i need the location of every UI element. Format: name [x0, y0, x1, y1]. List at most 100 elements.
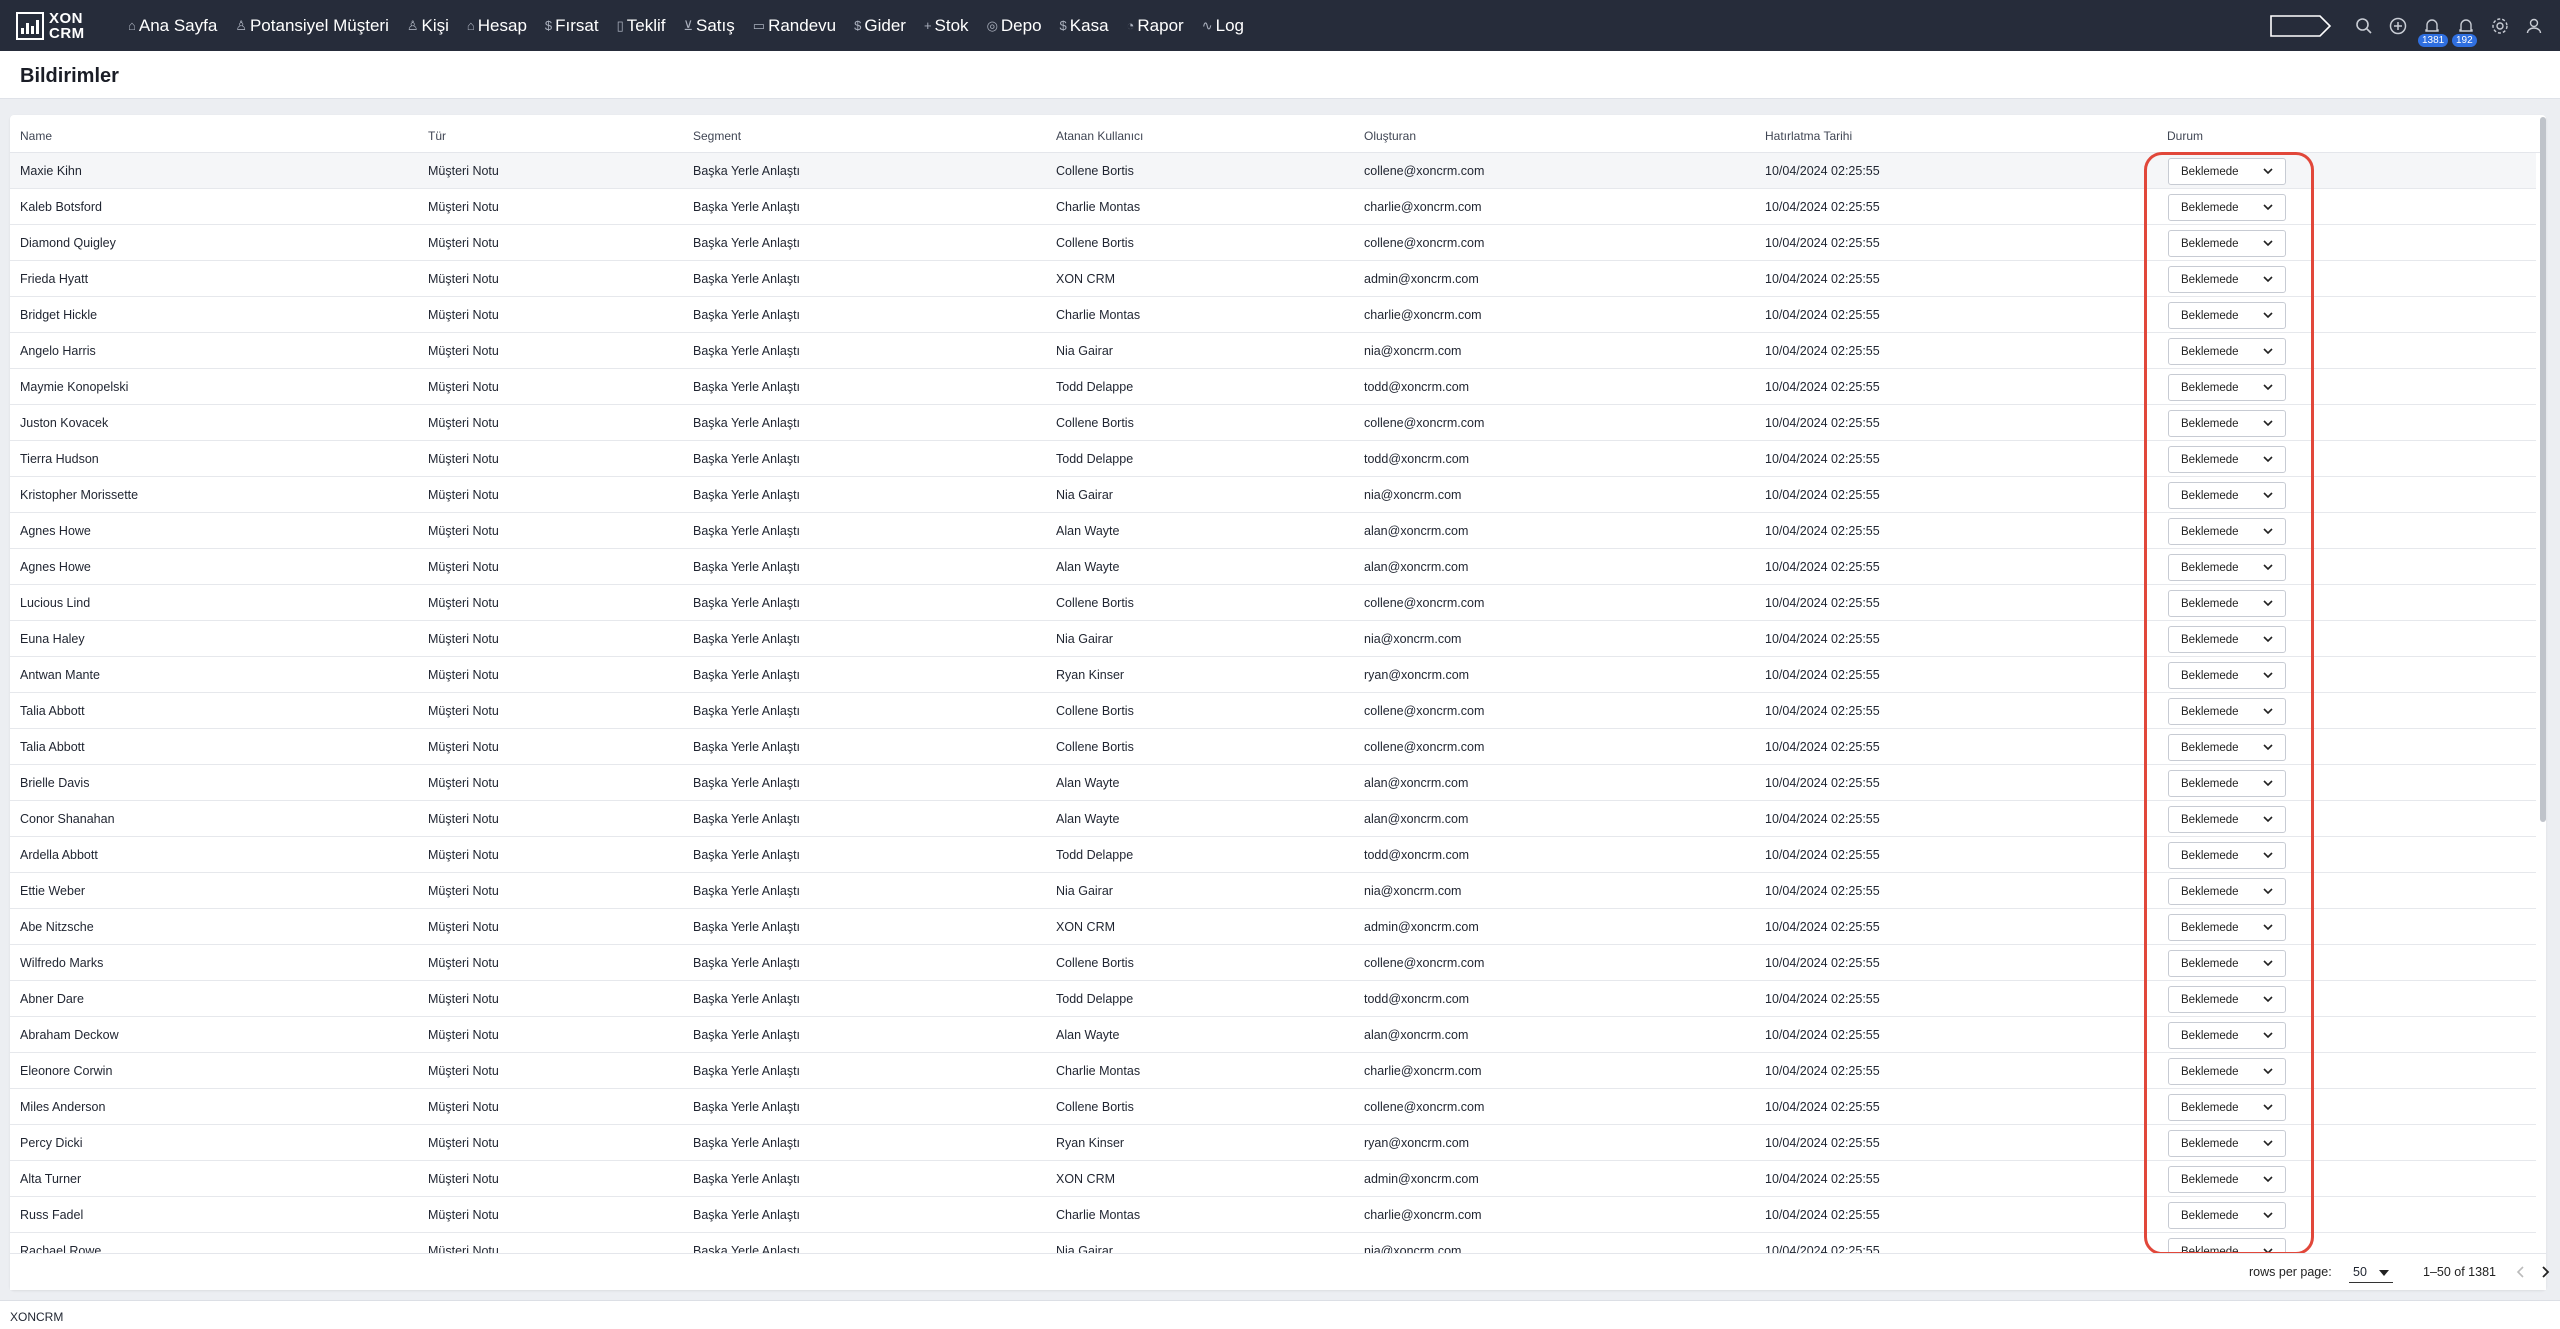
label-tag-icon[interactable] — [2270, 14, 2332, 37]
table-row[interactable]: Russ Fadel Müşteri Notu Başka Yerle Anlaşt… — [10, 1197, 2536, 1233]
app-logo[interactable]: XON CRM — [16, 11, 108, 41]
search-icon[interactable] — [2354, 16, 2374, 36]
status-select[interactable]: Beklemede — [2168, 194, 2286, 221]
table-row[interactable]: Abraham Deckow Müşteri Notu Başka Yerle An… — [10, 1017, 2536, 1053]
column-header-name[interactable]: Name — [20, 129, 52, 143]
table-row[interactable]: Agnes Howe Müşteri Notu Başka Yerle Anlaşt… — [10, 513, 2536, 549]
status-select[interactable]: Beklemede — [2168, 950, 2286, 977]
table-row[interactable]: Maxie Kihn Müşteri Notu Başka Yerle Anlaşt… — [10, 153, 2536, 189]
status-select[interactable]: Beklemede — [2168, 878, 2286, 905]
nav-item-satış[interactable]: ⊻ Satış — [684, 16, 735, 36]
nav-item-randevu[interactable]: ▭ Randevu — [753, 16, 836, 36]
status-select[interactable]: Beklemede — [2168, 1130, 2286, 1157]
bell-icon[interactable]: 1381 — [2418, 16, 2449, 47]
status-select[interactable]: Beklemede — [2168, 446, 2286, 473]
status-select[interactable]: Beklemede — [2168, 1202, 2286, 1229]
vertical-scrollbar[interactable] — [2540, 117, 2546, 822]
status-select[interactable]: Beklemede — [2168, 482, 2286, 509]
table-row[interactable]: Brielle Davis Müşteri Notu Başka Yerle Anl… — [10, 765, 2536, 801]
column-header-created-by[interactable]: Oluşturan — [1364, 129, 1416, 143]
table-row[interactable]: Talia Abbott Müşteri Notu Başka Yerle Anla… — [10, 729, 2536, 765]
table-row[interactable]: Lucious Lind Müşteri Notu Başka Yerle Anla… — [10, 585, 2536, 621]
status-select[interactable]: Beklemede — [2168, 986, 2286, 1013]
status-select[interactable]: Beklemede — [2168, 770, 2286, 797]
status-select[interactable]: Beklemede — [2168, 806, 2286, 833]
table-row[interactable]: Talia Abbott Müşteri Notu Başka Yerle Anla… — [10, 693, 2536, 729]
table-row[interactable]: Maymie Konopelski Müşteri Notu Başka Yerle… — [10, 369, 2536, 405]
status-select[interactable]: Beklemede — [2168, 590, 2286, 617]
nav-item-rapor[interactable]: ◔ Rapor — [1127, 16, 1184, 36]
table-row[interactable]: Ettie Weber Müşteri Notu Başka Yerle Anlaş… — [10, 873, 2536, 909]
nav-item-gider[interactable]: $ Gider — [854, 16, 906, 36]
column-header-segment[interactable]: Segment — [693, 129, 741, 143]
nav-item-potansiyel-müşteri[interactable]: ♙ Potansiyel Müşteri — [235, 16, 389, 36]
status-select[interactable]: Beklemede — [2168, 734, 2286, 761]
status-select[interactable]: Beklemede — [2168, 698, 2286, 725]
footer-brand: XONCRM — [10, 1310, 64, 1324]
status-select[interactable]: Beklemede — [2168, 662, 2286, 689]
table-row[interactable]: Frieda Hyatt Müşteri Notu Başka Yerle Anla… — [10, 261, 2536, 297]
status-select[interactable]: Beklemede — [2168, 518, 2286, 545]
column-header-status[interactable]: Durum — [2167, 129, 2203, 143]
column-header-type[interactable]: Tür — [428, 129, 446, 143]
nav-item-fırsat[interactable]: $ Fırsat — [545, 16, 599, 36]
status-select[interactable]: Beklemede — [2168, 410, 2286, 437]
cell-reminder-date: 10/04/2024 02:25:55 — [1765, 812, 1880, 826]
table-row[interactable]: Rachael Rowe Müşteri Notu Başka Yerle Anla… — [10, 1233, 2536, 1253]
table-row[interactable]: Percy Dicki Müşteri Notu Başka Yerle Anlaş… — [10, 1125, 2536, 1161]
column-header-assigned-user[interactable]: Atanan Kullanıcı — [1056, 129, 1143, 143]
table-row[interactable]: Diamond Quigley Müşteri Notu Başka Yerle A… — [10, 225, 2536, 261]
status-select[interactable]: Beklemede — [2168, 230, 2286, 257]
table-row[interactable]: Juston Kovacek Müşteri Notu Başka Yerle An… — [10, 405, 2536, 441]
user-profile-icon[interactable] — [2524, 16, 2544, 36]
table-row[interactable]: Euna Haley Müşteri Notu Başka Yerle Anlaşt… — [10, 621, 2536, 657]
caret-down-icon — [2379, 1270, 2389, 1276]
nav-item-kasa[interactable]: $ Kasa — [1060, 16, 1109, 36]
status-select[interactable]: Beklemede — [2168, 1022, 2286, 1049]
bell-icon[interactable]: 192 — [2452, 16, 2477, 47]
status-select[interactable]: Beklemede — [2168, 554, 2286, 581]
status-select[interactable]: Beklemede — [2168, 374, 2286, 401]
table-row[interactable]: Kristopher Morissette Müşteri Notu Başka Y… — [10, 477, 2536, 513]
nav-item-depo[interactable]: ◎ Depo — [987, 16, 1042, 36]
nav-item-ana-sayfa[interactable]: ⌂ Ana Sayfa — [128, 16, 217, 36]
table-row[interactable]: Angelo Harris Müşteri Notu Başka Yerle Anl… — [10, 333, 2536, 369]
table-row[interactable]: Bridget Hickle Müşteri Notu Başka Yerle An… — [10, 297, 2536, 333]
table-row[interactable]: Wilfredo Marks Müşteri Notu Başka Yerle An… — [10, 945, 2536, 981]
table-row[interactable]: Antwan Mante Müşteri Notu Başka Yerle Anla… — [10, 657, 2536, 693]
column-header-reminder-date[interactable]: Hatırlatma Tarihi — [1765, 129, 1852, 143]
rows-per-page-select[interactable]: 50 — [2349, 1261, 2393, 1283]
table-row[interactable]: Abner Dare Müşteri Notu Başka Yerle Anlaşt… — [10, 981, 2536, 1017]
status-select[interactable]: Beklemede — [2168, 338, 2286, 365]
add-circle-icon[interactable] — [2388, 16, 2408, 36]
status-select[interactable]: Beklemede — [2168, 1166, 2286, 1193]
table-row[interactable]: Abe Nitzsche Müşteri Notu Başka Yerle Anla… — [10, 909, 2536, 945]
nav-item-teklif[interactable]: ▯ Teklif — [617, 16, 666, 36]
nav-item-kişi[interactable]: ♙ Kişi — [407, 16, 449, 36]
status-select[interactable]: Beklemede — [2168, 302, 2286, 329]
gear-icon[interactable] — [2490, 16, 2510, 36]
nav-item-stok[interactable]: + Stok — [924, 16, 969, 36]
table-row[interactable]: Kaleb Botsford Müşteri Notu Başka Yerle An… — [10, 189, 2536, 225]
status-select[interactable]: Beklemede — [2168, 914, 2286, 941]
table-row[interactable]: Conor Shanahan Müşteri Notu Başka Yerle An… — [10, 801, 2536, 837]
nav-item-hesap[interactable]: ⌂ Hesap — [467, 16, 527, 36]
cell-created-by: admin@xoncrm.com — [1364, 920, 1479, 934]
status-select[interactable]: Beklemede — [2168, 1058, 2286, 1085]
next-page-button[interactable] — [2534, 1261, 2556, 1283]
table-row[interactable]: Miles Anderson Müşteri Notu Başka Yerle An… — [10, 1089, 2536, 1125]
table-row[interactable]: Agnes Howe Müşteri Notu Başka Yerle Anlaşt… — [10, 549, 2536, 585]
cell-reminder-date: 10/04/2024 02:25:55 — [1765, 416, 1880, 430]
status-select[interactable]: Beklemede — [2168, 266, 2286, 293]
table-row[interactable]: Eleonore Corwin Müşteri Notu Başka Yerle A… — [10, 1053, 2536, 1089]
status-select[interactable]: Beklemede — [2168, 626, 2286, 653]
table-row[interactable]: Alta Turner Müşteri Notu Başka Yerle Anlaş… — [10, 1161, 2536, 1197]
status-select[interactable]: Beklemede — [2168, 1238, 2286, 1253]
table-row[interactable]: Ardella Abbott Müşteri Notu Başka Yerle An… — [10, 837, 2536, 873]
status-select[interactable]: Beklemede — [2168, 1094, 2286, 1121]
status-select[interactable]: Beklemede — [2168, 158, 2286, 185]
status-select[interactable]: Beklemede — [2168, 842, 2286, 869]
table-row[interactable]: Tierra Hudson Müşteri Notu Başka Yerle Anl… — [10, 441, 2536, 477]
nav-item-log[interactable]: ∿ Log — [1202, 16, 1244, 36]
previous-page-button[interactable] — [2510, 1261, 2532, 1283]
